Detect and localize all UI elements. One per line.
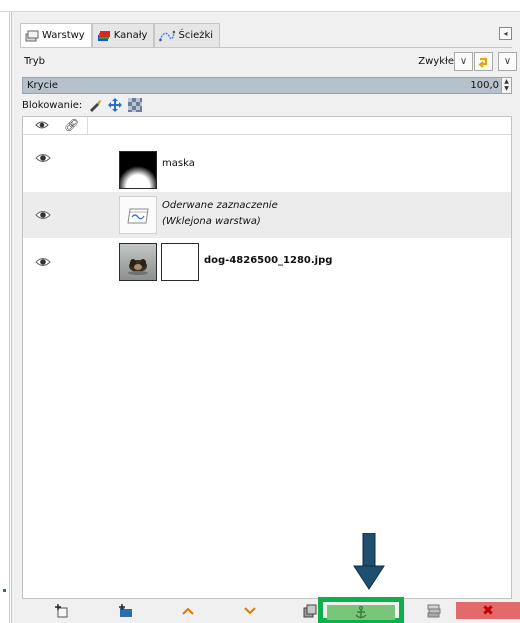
tab-layers-label: Warstwy: [42, 30, 85, 41]
mode-value[interactable]: Zwykłe: [418, 56, 454, 67]
raise-layer-button[interactable]: [178, 602, 198, 620]
layers-toolbar: ✖: [22, 597, 520, 623]
tabs-divider: [20, 47, 512, 48]
merge-down-icon: [427, 604, 441, 618]
layer-row-selected[interactable]: Oderwane zaznaczenie (Wklejona warstwa): [23, 192, 511, 238]
merge-down-button[interactable]: [424, 602, 444, 620]
tab-layers[interactable]: Warstwy: [20, 23, 92, 47]
layer-row[interactable]: maska: [23, 136, 511, 189]
reset-icon: [478, 57, 488, 68]
new-layer-group-button[interactable]: [116, 602, 136, 620]
pointer-arrow-annotation: [353, 533, 385, 590]
layer-name[interactable]: dog-4826500_1280.jpg: [204, 255, 332, 266]
layers-list-header: 🔗︎: [23, 117, 511, 135]
channels-icon: [97, 30, 110, 41]
mask-thumbnail-image: [120, 152, 156, 188]
tab-paths[interactable]: Ścieżki: [154, 23, 221, 47]
paths-icon: [159, 30, 176, 41]
reset-mode-button[interactable]: [474, 52, 493, 71]
eye-icon[interactable]: [35, 256, 51, 268]
tab-paths-label: Ścieżki: [178, 30, 214, 41]
new-group-icon: [119, 604, 132, 617]
floating-selection-thumbnail[interactable]: [119, 196, 157, 234]
layer-name[interactable]: maska: [162, 158, 195, 169]
layers-icon: [25, 30, 39, 41]
eye-icon[interactable]: [35, 152, 51, 164]
anchor-layer-button[interactable]: [327, 605, 395, 620]
lower-layer-button[interactable]: [240, 602, 260, 620]
chevron-down-icon: ∨: [503, 56, 512, 67]
dog-photo-thumbnail: [120, 244, 156, 280]
anchor-highlight-box: [318, 597, 404, 623]
eye-icon[interactable]: [35, 120, 49, 130]
dock-tabs: Warstwy Kanały Ścieżki: [20, 23, 221, 47]
layers-list[interactable]: 🔗︎ maska Oderwane zaznaczenie (Wklejona …: [22, 116, 512, 599]
eye-icon[interactable]: [35, 209, 51, 221]
dock-marker: [3, 589, 6, 592]
left-dock-strip: [0, 12, 10, 623]
chain-icon[interactable]: 🔗︎: [64, 118, 79, 132]
tab-menu-icon: ◂: [503, 29, 508, 38]
panel-menu-button[interactable]: ◂: [499, 27, 512, 40]
layer-mask-thumbnail[interactable]: [119, 151, 157, 189]
floating-selection-icon: [127, 208, 149, 224]
window-top-edge: [0, 0, 520, 12]
tab-channels[interactable]: Kanały: [91, 23, 155, 47]
layer-name-line2: (Wklejona warstwa): [162, 216, 261, 227]
mode-more-button[interactable]: ∨: [498, 52, 517, 71]
lock-position-icon[interactable]: [108, 98, 123, 112]
opacity-slider[interactable]: Krycie 100,0 ▲ ▼: [22, 77, 512, 94]
lock-row: Blokowanie:: [22, 96, 143, 114]
chevron-down-icon: ∨: [459, 56, 468, 67]
mode-dropdown-button[interactable]: ∨: [454, 52, 473, 71]
delete-layer-button[interactable]: ✖: [456, 602, 520, 619]
layer-name-line1[interactable]: Oderwane zaznaczenie: [162, 200, 278, 211]
duplicate-layer-button[interactable]: [300, 602, 320, 620]
opacity-label: Krycie: [27, 80, 59, 91]
raise-layer-icon: [182, 607, 194, 615]
layer-mask-thumbnail[interactable]: [161, 243, 199, 281]
layers-dock-panel: Warstwy Kanały Ścieżki ◂ Tryb Zwykłe ∨ ∨…: [11, 12, 520, 623]
tab-channels-label: Kanały: [113, 30, 148, 41]
lock-pixels-icon[interactable]: [88, 98, 102, 112]
new-layer-icon: [55, 604, 68, 618]
mode-label: Tryb: [24, 56, 46, 67]
opacity-value[interactable]: 100,0: [470, 80, 499, 91]
new-layer-button[interactable]: [52, 602, 72, 620]
anchor-layer-icon: [355, 606, 367, 619]
lock-label: Blokowanie:: [22, 99, 83, 111]
lower-layer-icon: [244, 607, 256, 615]
opacity-spinner[interactable]: ▲ ▼: [501, 78, 511, 93]
duplicate-layer-icon: [303, 604, 317, 618]
header-separator: [87, 117, 88, 135]
delete-layer-icon: ✖: [482, 602, 494, 619]
layer-row[interactable]: dog-4826500_1280.jpg: [23, 238, 511, 286]
lock-alpha-icon[interactable]: [128, 98, 143, 112]
layer-image-thumbnail[interactable]: [119, 243, 157, 281]
